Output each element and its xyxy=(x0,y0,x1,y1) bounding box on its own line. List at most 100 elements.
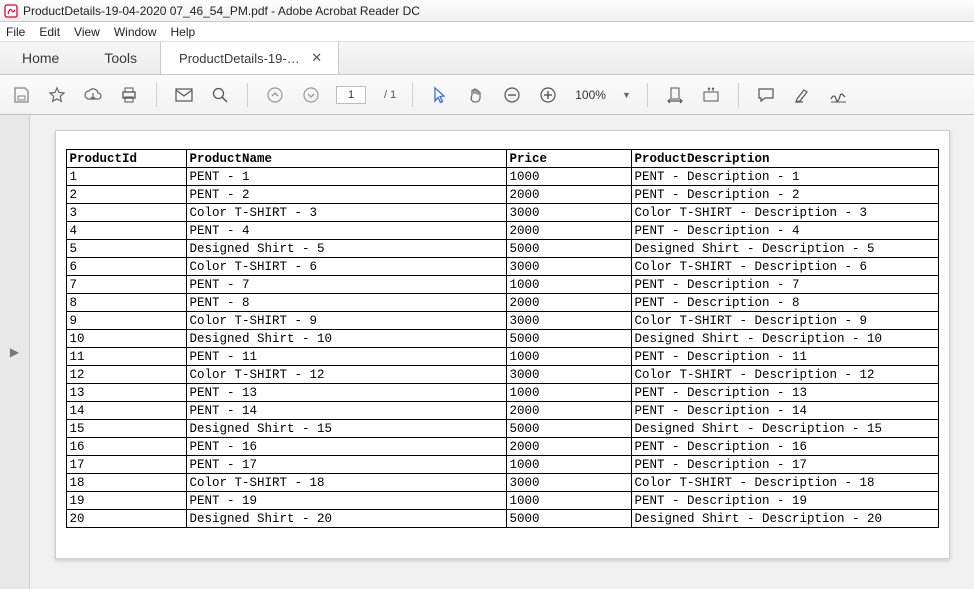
table-row: 15Designed Shirt - 155000Designed Shirt … xyxy=(66,420,938,438)
cloud-icon[interactable] xyxy=(82,84,104,106)
cell-price: 5000 xyxy=(506,330,631,348)
tab-home[interactable]: Home xyxy=(0,42,82,74)
cell-id: 19 xyxy=(66,492,186,510)
cell-price: 1000 xyxy=(506,168,631,186)
toolbar-separator xyxy=(412,83,413,107)
cell-name: PENT - 4 xyxy=(186,222,506,240)
page-viewport[interactable]: ProductId ProductName Price ProductDescr… xyxy=(30,115,974,589)
cell-price: 1000 xyxy=(506,276,631,294)
table-row: 14PENT - 142000PENT - Description - 14 xyxy=(66,402,938,420)
cell-price: 5000 xyxy=(506,510,631,528)
table-row: 19PENT - 191000PENT - Description - 19 xyxy=(66,492,938,510)
menu-edit[interactable]: Edit xyxy=(39,25,60,39)
sign-icon[interactable] xyxy=(827,84,849,106)
zoom-out-icon[interactable] xyxy=(501,84,523,106)
print-icon[interactable] xyxy=(118,84,140,106)
table-row: 3Color T-SHIRT - 33000Color T-SHIRT - De… xyxy=(66,204,938,222)
toolbar-separator xyxy=(156,83,157,107)
acrobat-app-icon xyxy=(4,4,18,18)
table-row: 6Color T-SHIRT - 63000Color T-SHIRT - De… xyxy=(66,258,938,276)
cell-desc: PENT - Description - 11 xyxy=(631,348,938,366)
close-icon[interactable]: ✕ xyxy=(310,51,324,65)
cell-name: Designed Shirt - 15 xyxy=(186,420,506,438)
comment-icon[interactable] xyxy=(755,84,777,106)
page-up-icon[interactable] xyxy=(264,84,286,106)
zoom-value[interactable]: 100% xyxy=(573,88,608,102)
cell-desc: PENT - Description - 8 xyxy=(631,294,938,312)
cell-price: 2000 xyxy=(506,402,631,420)
hand-icon[interactable] xyxy=(465,84,487,106)
cell-name: Designed Shirt - 5 xyxy=(186,240,506,258)
table-row: 18Color T-SHIRT - 183000Color T-SHIRT - … xyxy=(66,474,938,492)
cell-id: 10 xyxy=(66,330,186,348)
cell-desc: PENT - Description - 1 xyxy=(631,168,938,186)
nav-pane-collapsed[interactable]: ▶ xyxy=(0,115,30,589)
menubar: File Edit View Window Help xyxy=(0,22,974,42)
table-row: 1PENT - 11000PENT - Description - 1 xyxy=(66,168,938,186)
cell-price: 2000 xyxy=(506,294,631,312)
zoom-caret-icon[interactable]: ▼ xyxy=(622,90,631,100)
highlight-icon[interactable] xyxy=(791,84,813,106)
table-row: 13PENT - 131000PENT - Description - 13 xyxy=(66,384,938,402)
cell-id: 3 xyxy=(66,204,186,222)
zoom-in-icon[interactable] xyxy=(537,84,559,106)
header-price: Price xyxy=(506,150,631,168)
cell-price: 3000 xyxy=(506,474,631,492)
pointer-icon[interactable] xyxy=(429,84,451,106)
tab-tools[interactable]: Tools xyxy=(82,42,160,74)
table-row: 4PENT - 42000PENT - Description - 4 xyxy=(66,222,938,240)
menu-file[interactable]: File xyxy=(6,25,25,39)
menu-help[interactable]: Help xyxy=(171,25,196,39)
table-row: 5Designed Shirt - 55000Designed Shirt - … xyxy=(66,240,938,258)
document-area: ▶ ProductId ProductName Price ProductDes… xyxy=(0,115,974,589)
cell-name: PENT - 2 xyxy=(186,186,506,204)
cell-price: 2000 xyxy=(506,438,631,456)
cell-desc: Color T-SHIRT - Description - 6 xyxy=(631,258,938,276)
chevron-right-icon: ▶ xyxy=(10,345,19,359)
cell-desc: Color T-SHIRT - Description - 3 xyxy=(631,204,938,222)
table-row: 10Designed Shirt - 105000Designed Shirt … xyxy=(66,330,938,348)
cell-name: PENT - 11 xyxy=(186,348,506,366)
tab-document-label: ProductDetails-19-… xyxy=(179,51,300,66)
cell-id: 15 xyxy=(66,420,186,438)
menu-view[interactable]: View xyxy=(74,25,100,39)
fit-width-icon[interactable] xyxy=(664,84,686,106)
table-row: 2PENT - 22000PENT - Description - 2 xyxy=(66,186,938,204)
cell-id: 17 xyxy=(66,456,186,474)
cell-name: Color T-SHIRT - 3 xyxy=(186,204,506,222)
cell-id: 12 xyxy=(66,366,186,384)
page-down-icon[interactable] xyxy=(300,84,322,106)
cell-name: PENT - 13 xyxy=(186,384,506,402)
cell-desc: Designed Shirt - Description - 10 xyxy=(631,330,938,348)
header-productname: ProductName xyxy=(186,150,506,168)
cell-price: 3000 xyxy=(506,366,631,384)
cell-id: 1 xyxy=(66,168,186,186)
cell-price: 1000 xyxy=(506,348,631,366)
cell-id: 18 xyxy=(66,474,186,492)
menu-window[interactable]: Window xyxy=(114,25,157,39)
tab-document[interactable]: ProductDetails-19-… ✕ xyxy=(160,42,339,74)
mail-icon[interactable] xyxy=(173,84,195,106)
page-current-input[interactable]: 1 xyxy=(336,86,366,104)
table-row: 12Color T-SHIRT - 123000Color T-SHIRT - … xyxy=(66,366,938,384)
cell-id: 4 xyxy=(66,222,186,240)
table-header-row: ProductId ProductName Price ProductDescr… xyxy=(66,150,938,168)
cell-id: 9 xyxy=(66,312,186,330)
save-icon[interactable] xyxy=(10,84,32,106)
cell-name: PENT - 16 xyxy=(186,438,506,456)
cell-desc: Designed Shirt - Description - 5 xyxy=(631,240,938,258)
cell-name: Designed Shirt - 10 xyxy=(186,330,506,348)
search-icon[interactable] xyxy=(209,84,231,106)
cell-name: Color T-SHIRT - 6 xyxy=(186,258,506,276)
table-row: 16PENT - 162000PENT - Description - 16 xyxy=(66,438,938,456)
fit-page-icon[interactable] xyxy=(700,84,722,106)
cell-desc: PENT - Description - 14 xyxy=(631,402,938,420)
star-icon[interactable] xyxy=(46,84,68,106)
tabstrip: Home Tools ProductDetails-19-… ✕ xyxy=(0,42,974,75)
cell-id: 7 xyxy=(66,276,186,294)
cell-id: 11 xyxy=(66,348,186,366)
cell-name: Color T-SHIRT - 9 xyxy=(186,312,506,330)
cell-price: 3000 xyxy=(506,312,631,330)
window-title: ProductDetails-19-04-2020 07_46_54_PM.pd… xyxy=(23,4,420,18)
cell-desc: PENT - Description - 17 xyxy=(631,456,938,474)
